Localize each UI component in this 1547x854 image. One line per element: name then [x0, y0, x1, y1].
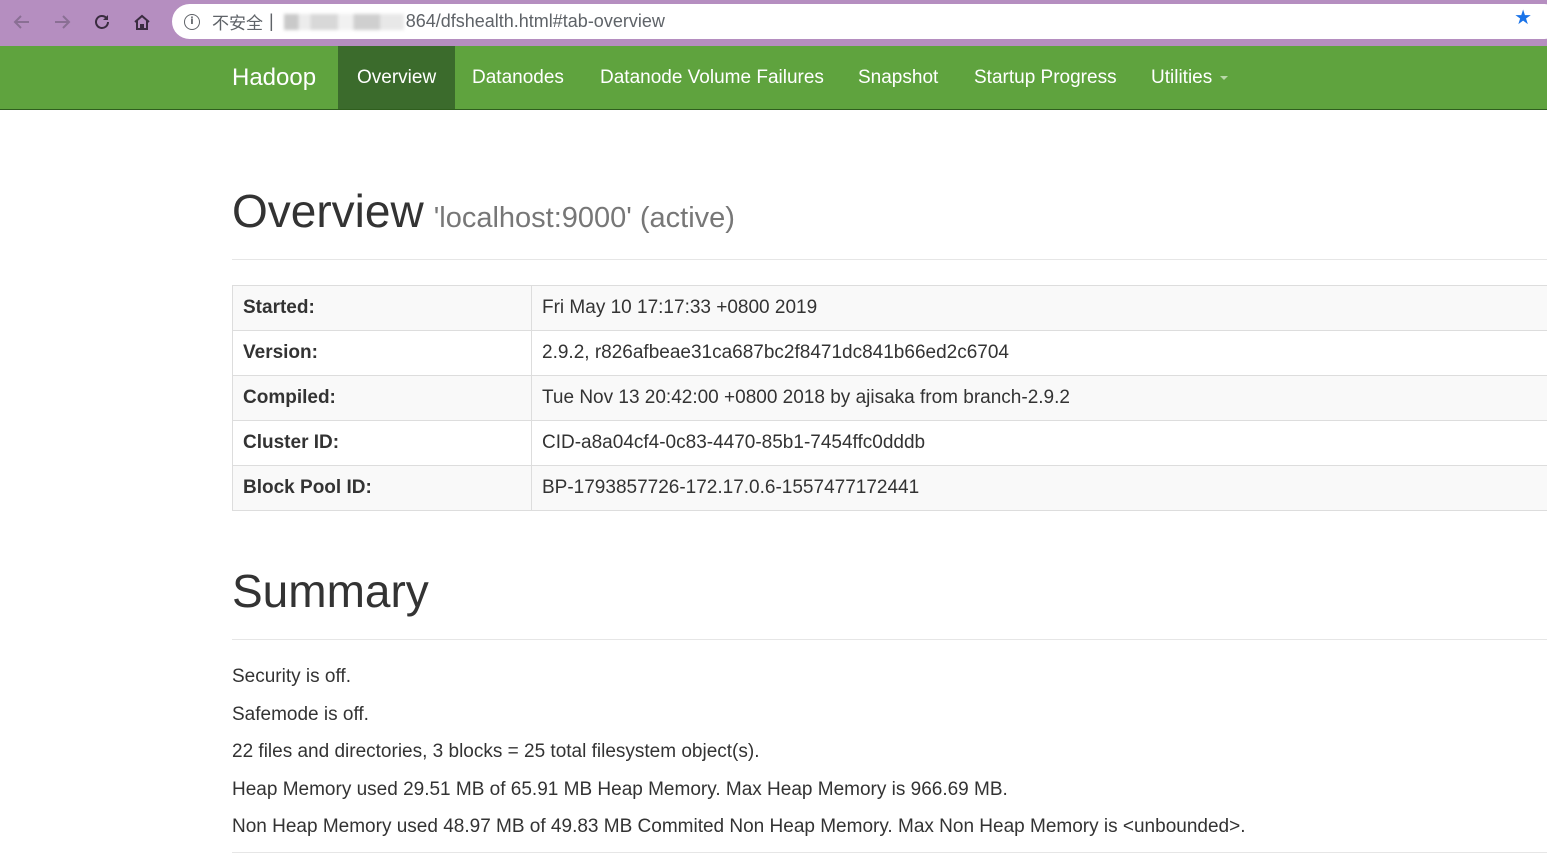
row-value: 2.9.2, r826afbeae31ca687bc2f8471dc841b66… — [531, 330, 1547, 376]
divider — [232, 259, 1547, 260]
table-row: Cluster ID: CID-a8a04cf4-0c83-4470-85b1-… — [232, 420, 1547, 466]
row-value: CID-a8a04cf4-0c83-4470-85b1-7454ffc0dddb — [531, 420, 1547, 466]
divider — [232, 639, 1547, 640]
back-icon[interactable] — [9, 9, 35, 35]
page-title: Overview 'localhost:9000' (active) — [232, 184, 735, 238]
summary-filesystem-objects: 22 files and directories, 3 blocks = 25 … — [232, 741, 760, 762]
overview-table: Started: Fri May 10 17:17:33 +0800 2019 … — [232, 285, 1547, 511]
table-row: Compiled: Tue Nov 13 20:42:00 +0800 2018… — [232, 375, 1547, 421]
row-label: Compiled: — [232, 375, 532, 421]
table-row: Started: Fri May 10 17:17:33 +0800 2019 — [232, 285, 1547, 331]
summary-safemode: Safemode is off. — [232, 704, 369, 725]
row-value: BP-1793857726-172.17.0.6-1557477172441 — [531, 465, 1547, 511]
info-icon[interactable]: i — [184, 13, 200, 30]
overview-heading: Overview — [232, 185, 424, 237]
url-text[interactable]: 864/dfshealth.html#tab-overview — [406, 11, 665, 32]
address-bar[interactable]: i 不安全 | 864/dfshealth.html#tab-overview — [172, 4, 1547, 39]
address-separator: | — [269, 11, 274, 31]
row-label: Block Pool ID: — [232, 465, 532, 511]
nav-utilities-label: Utilities — [1151, 67, 1213, 88]
nav-snapshot[interactable]: Snapshot — [858, 46, 938, 109]
bookmark-star-icon[interactable]: ★ — [1514, 8, 1532, 28]
redacted-host — [283, 13, 404, 30]
summary-heading: Summary — [232, 565, 429, 617]
nav-datanode-volume-failures[interactable]: Datanode Volume Failures — [600, 46, 824, 109]
chevron-down-icon — [1220, 75, 1229, 80]
insecure-label: 不安全 — [212, 14, 263, 33]
row-value: Fri May 10 17:17:33 +0800 2019 — [531, 285, 1547, 331]
row-label: Cluster ID: — [232, 420, 532, 466]
table-row: Block Pool ID: BP-1793857726-172.17.0.6-… — [232, 465, 1547, 511]
nav-datanodes[interactable]: Datanodes — [472, 46, 564, 109]
row-value: Tue Nov 13 20:42:00 +0800 2018 by ajisak… — [531, 375, 1547, 421]
home-icon[interactable] — [129, 9, 155, 35]
table-row: Version: 2.9.2, r826afbeae31ca687bc2f847… — [232, 330, 1547, 376]
summary-heap-memory: Heap Memory used 29.51 MB of 65.91 MB He… — [232, 779, 1008, 800]
nav-utilities[interactable]: Utilities — [1151, 46, 1229, 109]
browser-toolbar: i 不安全 | 864/dfshealth.html#tab-overview … — [0, 0, 1547, 46]
row-label: Started: — [232, 285, 532, 331]
nav-overview[interactable]: Overview — [338, 46, 456, 109]
summary-security: Security is off. — [232, 666, 351, 687]
nav-startup-progress[interactable]: Startup Progress — [974, 46, 1117, 109]
forward-icon[interactable] — [49, 9, 75, 35]
brand-logo[interactable]: Hadoop — [232, 46, 316, 110]
divider — [232, 852, 1547, 853]
overview-subtitle: 'localhost:9000' (active) — [433, 202, 735, 234]
top-navbar: Hadoop Overview Datanodes Datanode Volum… — [0, 46, 1547, 110]
row-label: Version: — [232, 330, 532, 376]
reload-icon[interactable] — [89, 9, 115, 35]
summary-non-heap-memory: Non Heap Memory used 48.97 MB of 49.83 M… — [232, 816, 1246, 837]
